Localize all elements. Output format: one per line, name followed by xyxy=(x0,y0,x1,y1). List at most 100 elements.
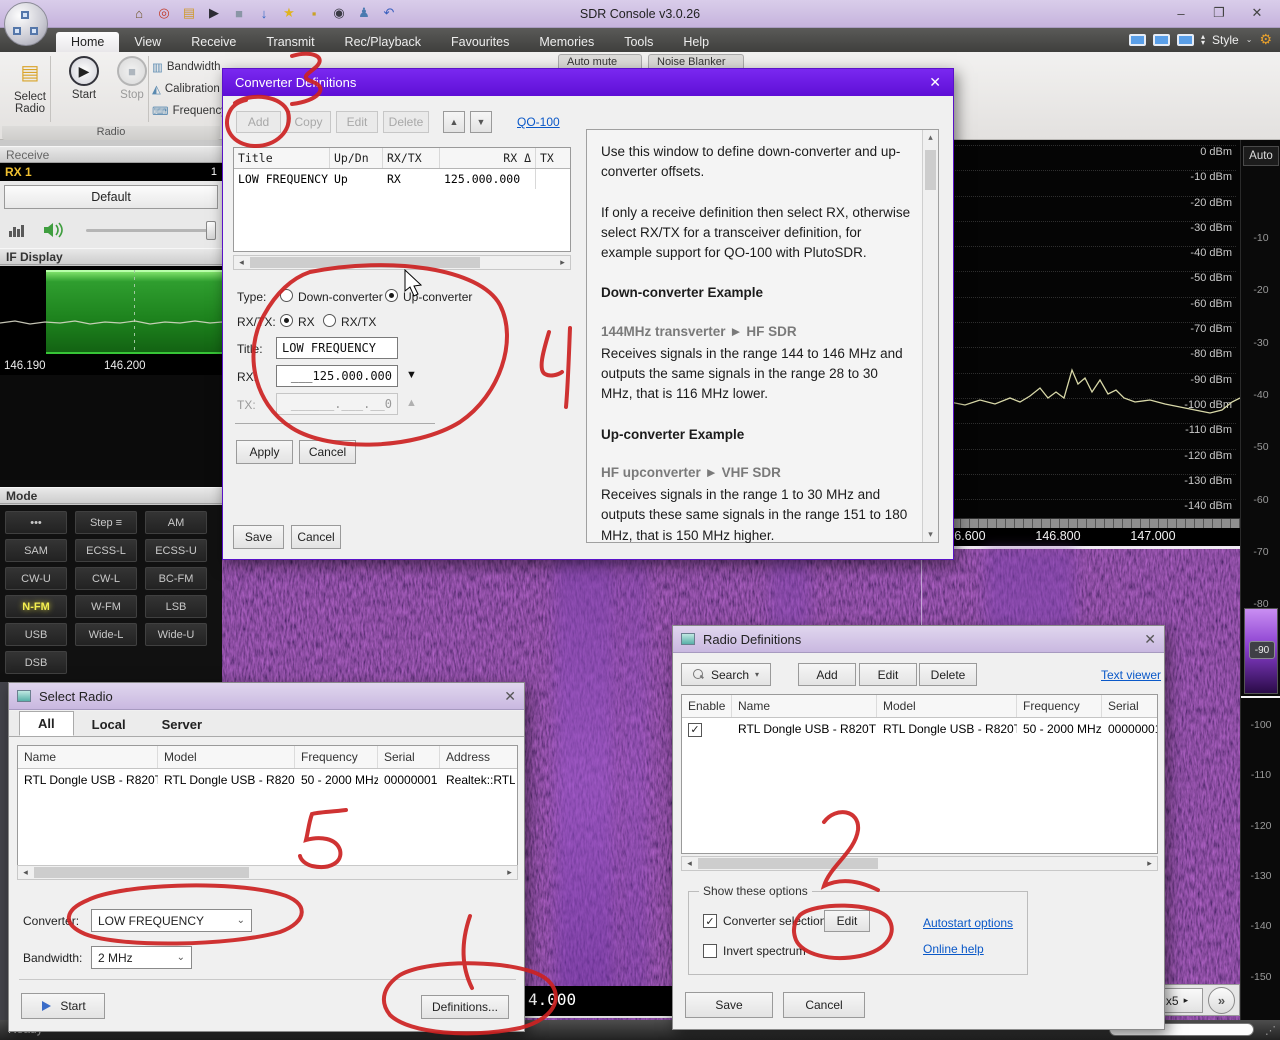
close-icon[interactable]: ✕ xyxy=(1144,631,1156,648)
search-button[interactable]: Search ▾ xyxy=(681,663,771,686)
mode-button[interactable]: W-FM xyxy=(75,595,137,618)
close-button[interactable]: ✕ xyxy=(1240,2,1274,24)
edit-button[interactable]: Edit xyxy=(859,663,917,686)
mode-button[interactable]: Wide-U xyxy=(145,623,207,646)
table-hscrollbar[interactable]: ◂ ▸ xyxy=(681,856,1158,871)
fast-forward-button[interactable]: » xyxy=(1208,987,1235,1014)
online-help-link[interactable]: Online help xyxy=(923,942,984,956)
converter-table[interactable]: Title Up/Dn RX/TX RX Δ TX LOW FREQUENCY … xyxy=(233,147,571,252)
mode-button[interactable]: CW-U xyxy=(5,567,67,590)
volume-slider-handle[interactable] xyxy=(206,221,216,240)
table-hscrollbar[interactable]: ◂ ▸ xyxy=(17,865,518,880)
cancel-button[interactable]: Cancel xyxy=(291,525,341,549)
up-converter-radio[interactable] xyxy=(385,289,398,302)
gain-slider-handle[interactable]: -90 xyxy=(1249,641,1275,659)
autostart-options-link[interactable]: Autostart options xyxy=(923,916,1013,930)
ribbon-tab[interactable]: Help xyxy=(668,32,724,52)
down-converter-radio[interactable] xyxy=(280,289,293,302)
chevron-down-icon[interactable]: ⌄ xyxy=(1246,37,1253,43)
mode-button[interactable]: CW-L xyxy=(75,567,137,590)
add-button[interactable]: Add xyxy=(236,111,281,133)
monitor-icon[interactable] xyxy=(1153,34,1170,46)
mode-button[interactable]: BC-FM xyxy=(145,567,207,590)
rxtx-radio[interactable] xyxy=(323,314,336,327)
delete-button[interactable]: Delete xyxy=(919,663,977,686)
ribbon-mini-item[interactable]: ⌨ Frequency xyxy=(152,100,222,122)
monitor-icon[interactable] xyxy=(1177,34,1194,46)
copy-button[interactable]: Copy xyxy=(286,111,331,133)
mode-button[interactable]: ••• xyxy=(5,511,67,534)
select-radio-button[interactable]: ▤ Select Radio xyxy=(4,56,56,126)
apply-button[interactable]: Apply xyxy=(236,440,293,464)
auto-gain-button[interactable]: Auto xyxy=(1243,146,1279,166)
rx-bar[interactable]: RX 1 1 xyxy=(0,163,222,181)
mode-button[interactable]: DSB xyxy=(5,651,67,674)
maximize-button[interactable]: ❐ xyxy=(1202,2,1236,24)
text-viewer-link[interactable]: Text viewer xyxy=(1101,668,1161,682)
resize-grip[interactable]: ⋰ xyxy=(1265,1024,1277,1037)
ribbon-tab[interactable]: Tools xyxy=(609,32,668,52)
monitor-icon[interactable] xyxy=(1129,34,1146,46)
mode-button[interactable]: N-FM xyxy=(5,595,67,618)
ribbon-tab[interactable]: Home xyxy=(56,32,119,52)
edit-converters-button[interactable]: Edit xyxy=(824,910,870,932)
close-icon[interactable]: ✕ xyxy=(504,688,516,705)
radio-source-tab[interactable]: All xyxy=(19,711,74,736)
ribbon-tab[interactable]: Transmit xyxy=(251,32,329,52)
add-button[interactable]: Add xyxy=(798,663,856,686)
mode-button[interactable]: ECSS-L xyxy=(75,539,137,562)
close-icon[interactable]: ✕ xyxy=(929,74,941,91)
ribbon-mini-item[interactable]: ◭ Calibration xyxy=(152,78,222,100)
table-row[interactable]: RTL Dongle USB - R820T RTL Dongle USB - … xyxy=(18,769,517,791)
ribbon-tab[interactable]: Rec/Playback xyxy=(330,32,436,52)
mode-button[interactable]: Wide-L xyxy=(75,623,137,646)
title-input[interactable]: LOW FREQUENCY xyxy=(276,337,398,359)
mode-button[interactable]: ECSS-U xyxy=(145,539,207,562)
stop-button[interactable]: ■ Stop xyxy=(106,56,158,126)
app-menu-button[interactable] xyxy=(4,2,48,46)
ribbon-tab[interactable]: View xyxy=(119,32,176,52)
ribbon-tab[interactable]: Favourites xyxy=(436,32,524,52)
invert-spectrum-checkbox[interactable] xyxy=(703,944,717,958)
rx-offset-input[interactable]: ___125.000.000 xyxy=(276,365,398,387)
volume-slider-track[interactable] xyxy=(86,229,208,232)
ribbon-tab[interactable]: Receive xyxy=(176,32,251,52)
converter-selection-option[interactable]: ✓ Converter selection xyxy=(703,914,826,928)
converter-selection-checkbox[interactable]: ✓ xyxy=(703,914,717,928)
start-button[interactable]: ▶ Start xyxy=(58,56,110,126)
ribbon-tab[interactable]: Memories xyxy=(524,32,609,52)
mode-button[interactable]: LSB xyxy=(145,595,207,618)
dialog-titlebar[interactable]: Converter Definitions ✕ xyxy=(223,69,953,96)
rx-spin-down-icon[interactable]: ▼ xyxy=(406,369,417,381)
definitions-button[interactable]: Definitions... xyxy=(421,995,509,1019)
if-display[interactable] xyxy=(0,266,222,358)
definitions-table[interactable]: Enable Name Model Frequency Serial ✓ RTL… xyxy=(681,694,1158,854)
spin-updown-icon[interactable]: ▴▾ xyxy=(1201,34,1205,46)
gear-icon[interactable]: ⚙ xyxy=(1259,31,1272,48)
help-vscrollbar[interactable]: ▴ ▾ xyxy=(922,130,938,542)
save-button[interactable]: Save xyxy=(685,992,773,1018)
ribbon-mini-item[interactable]: ▥ Bandwidth xyxy=(152,56,222,78)
equalizer-icon[interactable] xyxy=(8,222,28,238)
mode-button[interactable]: AM xyxy=(145,511,207,534)
table-hscrollbar[interactable]: ◂ ▸ xyxy=(233,255,571,270)
move-up-button[interactable]: ▲ xyxy=(443,111,465,133)
style-menu[interactable]: Style xyxy=(1212,33,1239,47)
save-button[interactable]: Save xyxy=(233,525,284,549)
default-button[interactable]: Default xyxy=(4,185,218,209)
bandwidth-dropdown[interactable]: 2 MHz ⌄ xyxy=(91,946,192,969)
table-row[interactable]: LOW FREQUENCY Up RX 125.000.000 xyxy=(234,169,570,189)
gain-gradient-slider[interactable]: -90 xyxy=(1244,608,1278,694)
radio-source-tab[interactable]: Local xyxy=(74,713,144,736)
edit-button[interactable]: Edit xyxy=(336,111,378,133)
move-down-button[interactable]: ▼ xyxy=(470,111,492,133)
speaker-icon[interactable] xyxy=(42,221,66,239)
converter-dropdown[interactable]: LOW FREQUENCY ⌄ xyxy=(91,909,252,932)
minimize-button[interactable]: – xyxy=(1164,2,1198,24)
dialog-titlebar[interactable]: Radio Definitions ✕ xyxy=(673,626,1164,653)
enable-checkbox[interactable]: ✓ xyxy=(688,723,702,737)
start-radio-button[interactable]: Start xyxy=(21,993,105,1019)
dialog-titlebar[interactable]: Select Radio ✕ xyxy=(9,683,524,710)
radio-source-tab[interactable]: Server xyxy=(144,713,220,736)
mode-button[interactable]: Step ≡ xyxy=(75,511,137,534)
